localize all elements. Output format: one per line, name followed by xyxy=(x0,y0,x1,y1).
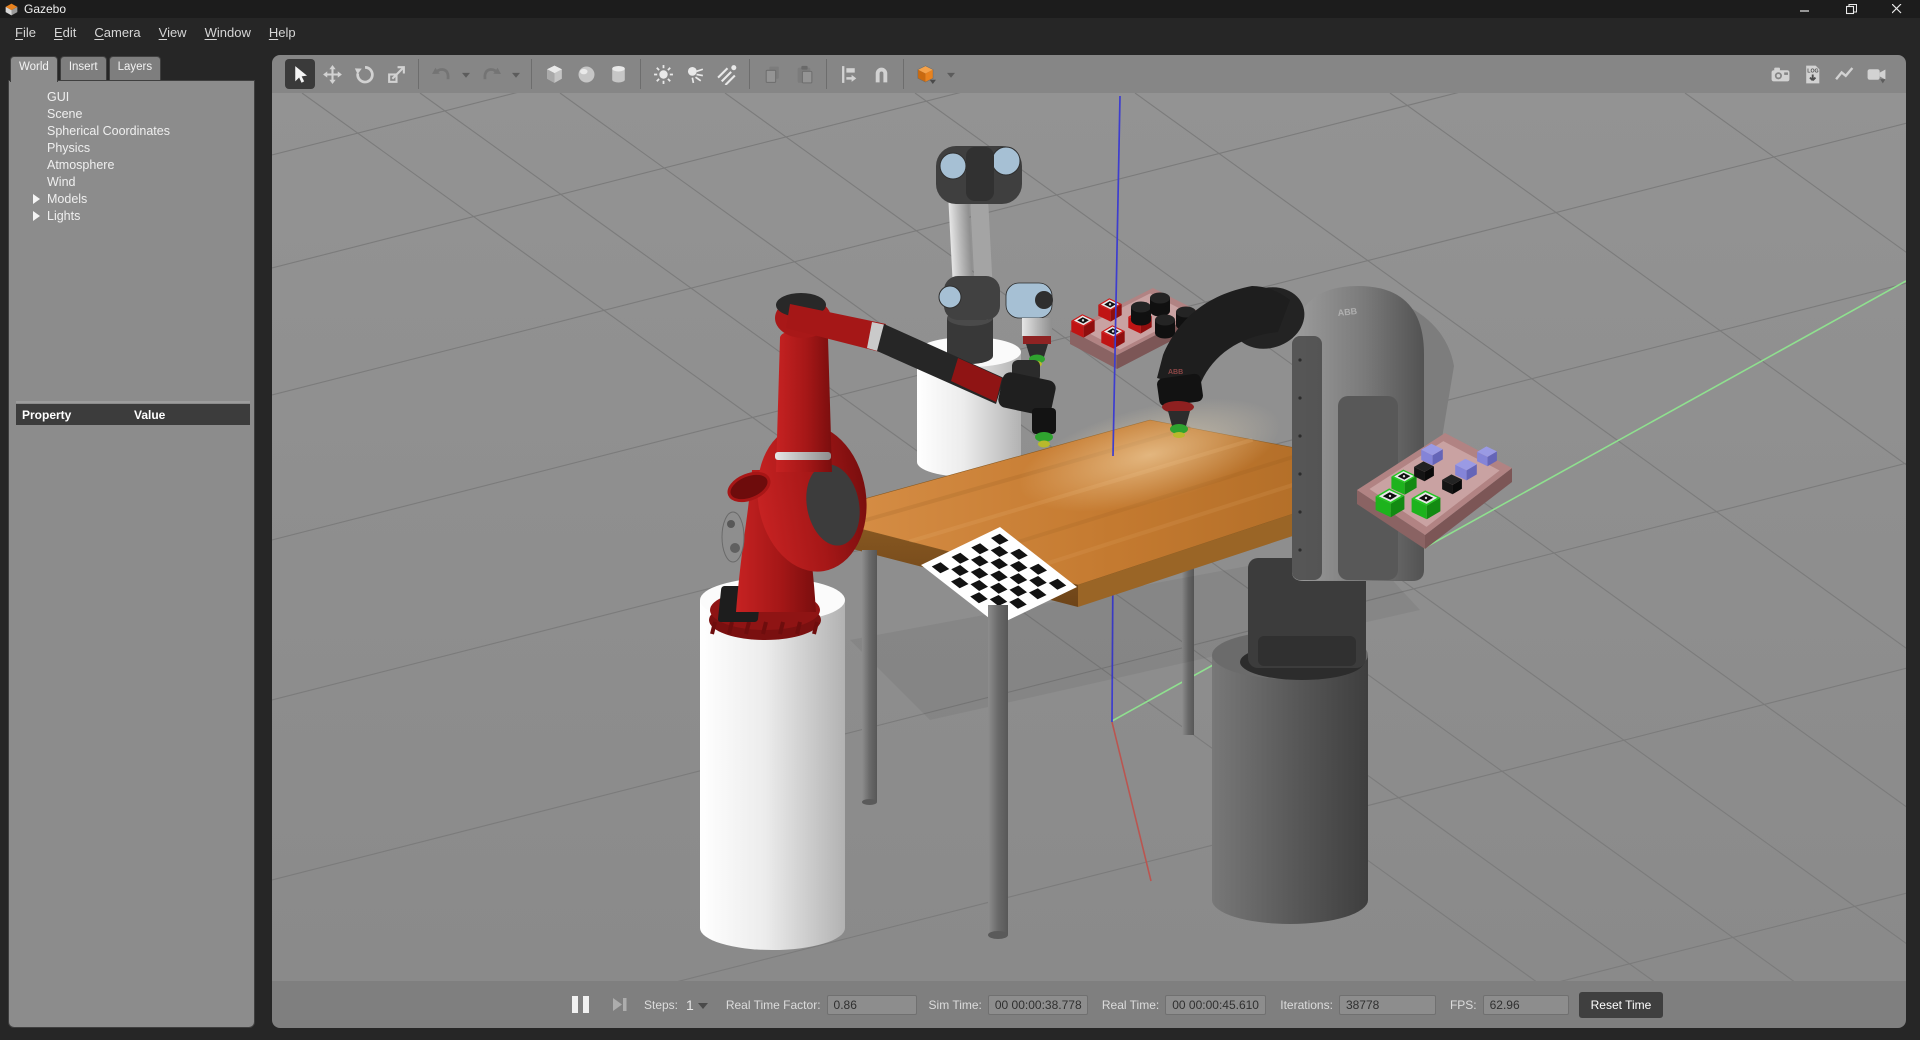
scale-button[interactable] xyxy=(381,59,411,89)
simulation-status-bar: Steps: 1 Real Time Factor: 0.86 Sim Time… xyxy=(272,981,1906,1028)
expand-arrow-icon[interactable] xyxy=(33,194,40,204)
tree-item-label: Models xyxy=(47,192,87,206)
main-area: LOG ABB ABB Steps: 1 Real Time Factor: 0.… xyxy=(272,55,1906,1028)
abb-arm-logo-label: ABB xyxy=(1168,369,1183,376)
rtf-label: Real Time Factor: xyxy=(726,998,821,1012)
sim-time-field[interactable]: 00 00:00:38.778 xyxy=(988,995,1088,1015)
fps-field[interactable]: 62.96 xyxy=(1483,995,1569,1015)
steps-dropdown-icon[interactable] xyxy=(698,1003,708,1009)
title-bar: Gazebo xyxy=(0,0,1920,18)
paste-button[interactable] xyxy=(789,59,819,89)
menu-window[interactable]: Window xyxy=(196,21,260,44)
snap-button[interactable] xyxy=(866,59,896,89)
tree-item-lights[interactable]: Lights xyxy=(9,207,254,224)
value-column-header: Value xyxy=(134,408,165,422)
sphere-button[interactable] xyxy=(571,59,601,89)
svg-text:LOG: LOG xyxy=(1807,68,1818,74)
tree-item-label: Physics xyxy=(47,141,90,155)
steps-value[interactable]: 1 xyxy=(686,997,694,1013)
menu-help[interactable]: Help xyxy=(260,21,305,44)
panel-tabs: WorldInsertLayers xyxy=(8,56,161,81)
undo-button[interactable] xyxy=(426,59,456,89)
directional-light-button[interactable] xyxy=(712,59,742,89)
align-button[interactable] xyxy=(834,59,864,89)
caret-icon[interactable] xyxy=(508,59,524,89)
box-button[interactable] xyxy=(539,59,569,89)
copy-button[interactable] xyxy=(757,59,787,89)
toolbar-separator xyxy=(640,59,641,89)
window-title: Gazebo xyxy=(24,2,66,16)
caret-icon[interactable] xyxy=(943,59,959,89)
real-time-field[interactable]: 00 00:00:45.610 xyxy=(1165,995,1266,1015)
tree-item-gui[interactable]: GUI xyxy=(9,88,254,105)
menu-edit[interactable]: Edit xyxy=(45,21,85,44)
select-button[interactable] xyxy=(285,59,315,89)
iterations-label: Iterations: xyxy=(1280,998,1333,1012)
tree-item-label: GUI xyxy=(47,90,69,104)
menu-camera[interactable]: Camera xyxy=(85,21,149,44)
tree-item-label: Spherical Coordinates xyxy=(47,124,170,138)
menu-bar: FileEditCameraViewWindowHelp xyxy=(0,18,1920,46)
point-light-button[interactable] xyxy=(648,59,678,89)
view-angle-button[interactable] xyxy=(911,59,941,89)
translate-button[interactable] xyxy=(317,59,347,89)
rotate-button[interactable] xyxy=(349,59,379,89)
gazebo-window: Gazebo FileEditCameraViewWindowHelp Worl… xyxy=(0,0,1920,1040)
tree-item-physics[interactable]: Physics xyxy=(9,139,254,156)
screenshot-button[interactable] xyxy=(1765,59,1795,89)
tree-item-atmosphere[interactable]: Atmosphere xyxy=(9,156,254,173)
sim-time-label: Sim Time: xyxy=(929,998,982,1012)
rtf-field[interactable]: 0.86 xyxy=(827,995,917,1015)
pause-button[interactable] xyxy=(572,996,589,1013)
toolbar-separator xyxy=(418,59,419,89)
cylinder-button[interactable] xyxy=(603,59,633,89)
tree-item-label: Lights xyxy=(47,209,80,223)
video-record-button[interactable] xyxy=(1861,59,1891,89)
abb-logo-label: ABB xyxy=(1337,306,1358,318)
world-panel: WorldInsertLayers GUI Scene Spherical Coor… xyxy=(8,56,255,1028)
expand-arrow-icon[interactable] xyxy=(33,211,40,221)
tab-world[interactable]: World xyxy=(10,56,58,82)
gazebo-logo-icon xyxy=(5,3,18,16)
tree-item-spherical-coordinates[interactable]: Spherical Coordinates xyxy=(9,122,254,139)
property-table-header: Property Value xyxy=(16,404,250,425)
reset-time-button[interactable]: Reset Time xyxy=(1579,992,1664,1018)
property-column-header: Property xyxy=(16,408,134,422)
spot-light-button[interactable] xyxy=(680,59,710,89)
toolbar-separator xyxy=(826,59,827,89)
plot-button[interactable] xyxy=(1829,59,1859,89)
3d-viewport[interactable]: ABB ABB xyxy=(272,93,1906,981)
step-button[interactable] xyxy=(611,996,628,1013)
tree-item-label: Scene xyxy=(47,107,82,121)
tab-insert[interactable]: Insert xyxy=(60,56,107,81)
restore-button[interactable] xyxy=(1828,0,1874,18)
redo-button[interactable] xyxy=(476,59,506,89)
menu-file[interactable]: File xyxy=(6,21,45,44)
menu-view[interactable]: View xyxy=(150,21,196,44)
iterations-field[interactable]: 38778 xyxy=(1339,995,1436,1015)
minimize-button[interactable] xyxy=(1782,0,1828,18)
caret-icon[interactable] xyxy=(458,59,474,89)
close-button[interactable] xyxy=(1874,0,1920,18)
log-record-button[interactable]: LOG xyxy=(1797,59,1827,89)
tree-item-scene[interactable]: Scene xyxy=(9,105,254,122)
toolbar-separator xyxy=(749,59,750,89)
panel-body: GUI Scene Spherical Coordinates Physics Atmo… xyxy=(8,80,255,1028)
real-time-label: Real Time: xyxy=(1102,998,1159,1012)
panel-splitter[interactable] xyxy=(16,401,250,403)
toolbar-separator xyxy=(903,59,904,89)
tree-item-models[interactable]: Models xyxy=(9,190,254,207)
toolbar: LOG xyxy=(272,55,1906,93)
scene-tree: GUI Scene Spherical Coordinates Physics Atmo… xyxy=(9,88,254,224)
fps-label: FPS: xyxy=(1450,998,1477,1012)
toolbar-separator xyxy=(531,59,532,89)
steps-label: Steps: xyxy=(644,998,678,1012)
tree-item-wind[interactable]: Wind xyxy=(9,173,254,190)
tab-layers[interactable]: Layers xyxy=(109,56,162,81)
tree-item-label: Atmosphere xyxy=(47,158,114,172)
tree-item-label: Wind xyxy=(47,175,75,189)
